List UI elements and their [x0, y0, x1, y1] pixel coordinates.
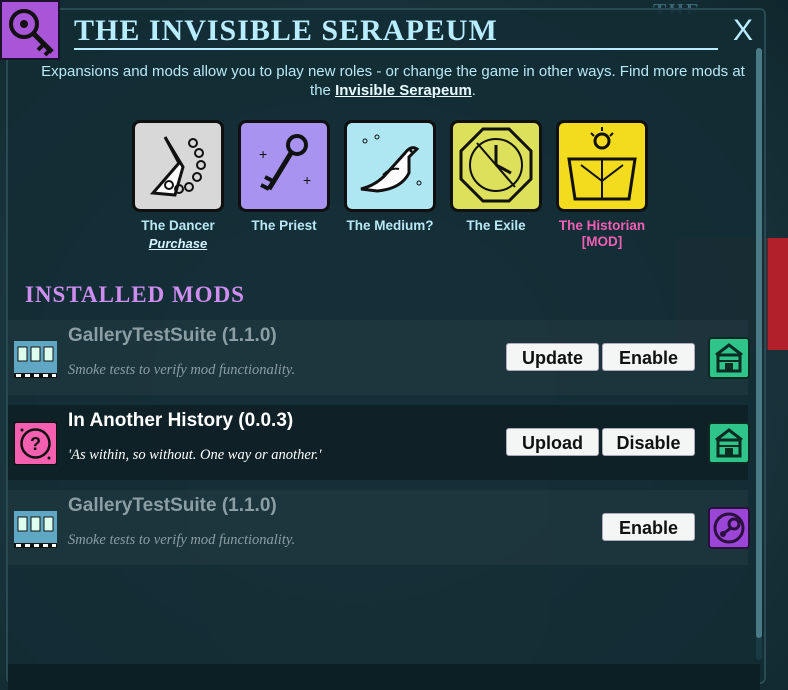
update-button[interactable]: Update — [506, 343, 599, 371]
role-name: The Exile — [466, 218, 526, 233]
store-icon[interactable] — [708, 337, 750, 379]
svg-text:+: + — [259, 146, 267, 162]
purchase-link[interactable]: Purchase — [128, 236, 228, 251]
dialog-title: THE INVISIBLE SERAPEUM — [74, 14, 498, 47]
role-card[interactable]: + + — [238, 120, 330, 212]
mod-description: 'As within, so without. One way or anoth… — [68, 447, 322, 463]
role-medium[interactable]: The Medium? — [340, 120, 440, 234]
enable-button[interactable]: Enable — [602, 513, 695, 541]
role-name: The Medium? — [346, 218, 434, 233]
mystery-mod-icon: ? — [13, 421, 58, 466]
upload-button[interactable]: Upload — [506, 428, 599, 456]
sundial-icon — [567, 127, 637, 201]
title-underline — [74, 48, 718, 50]
mod-row: ? In Another History (0.0.3) 'As within,… — [8, 405, 750, 480]
disable-button[interactable]: Disable — [602, 428, 695, 456]
role-exile[interactable]: The Exile — [446, 120, 546, 234]
mod-name: In Another History (0.0.3) — [68, 410, 294, 431]
mod-description: Smoke tests to verify mod functionality. — [68, 532, 296, 548]
key-icon: ++ — [259, 134, 311, 191]
gallery-thumbnail-icon — [14, 507, 57, 550]
dialog-description: Expansions and mods allow you to play ne… — [40, 62, 746, 100]
role-card[interactable] — [344, 120, 436, 212]
background-sign-edge — [768, 238, 788, 350]
clock-icon — [459, 127, 533, 203]
description-end: . — [471, 82, 476, 99]
close-button[interactable]: X — [733, 14, 753, 48]
store-icon[interactable] — [708, 422, 750, 464]
role-name: The Dancer — [141, 218, 215, 233]
scrollbar[interactable] — [756, 48, 762, 660]
role-name: The Historian — [558, 218, 646, 233]
mod-name: GalleryTestSuite (1.1.0) — [68, 325, 277, 346]
svg-text:+: + — [303, 172, 311, 188]
dialog-footer — [8, 664, 760, 690]
gallery-thumbnail-icon — [14, 337, 57, 380]
mod-tag: [MOD] — [581, 234, 623, 249]
role-dancer[interactable]: The Dancer Purchase — [128, 120, 228, 251]
mod-row: GalleryTestSuite (1.1.0) Smoke tests to … — [8, 490, 750, 565]
serapeum-link[interactable]: Invisible Serapeum — [335, 82, 472, 99]
mod-row: GalleryTestSuite (1.1.0) Smoke tests to … — [8, 320, 750, 395]
serapeum-logo — [0, 0, 60, 60]
scrollbar-thumb[interactable] — [756, 48, 762, 638]
role-card[interactable] — [132, 120, 224, 212]
mod-name: GalleryTestSuite (1.1.0) — [68, 495, 277, 516]
role-card[interactable] — [450, 120, 542, 212]
key-logo-icon — [9, 9, 54, 57]
svg-text:?: ? — [30, 434, 41, 454]
enable-button[interactable]: Enable — [602, 343, 695, 371]
role-historian[interactable]: The Historian [MOD] — [552, 120, 652, 250]
role-name: The Priest — [251, 218, 317, 233]
steam-icon[interactable] — [708, 507, 750, 549]
mod-description: Smoke tests to verify mod functionality. — [68, 362, 296, 378]
dove-icon — [360, 134, 422, 193]
dancer-icon — [149, 136, 206, 197]
installed-mods-heading: INSTALLED MODS — [25, 282, 245, 307]
role-priest[interactable]: + + The Priest — [234, 120, 334, 234]
role-card[interactable] — [556, 120, 648, 212]
